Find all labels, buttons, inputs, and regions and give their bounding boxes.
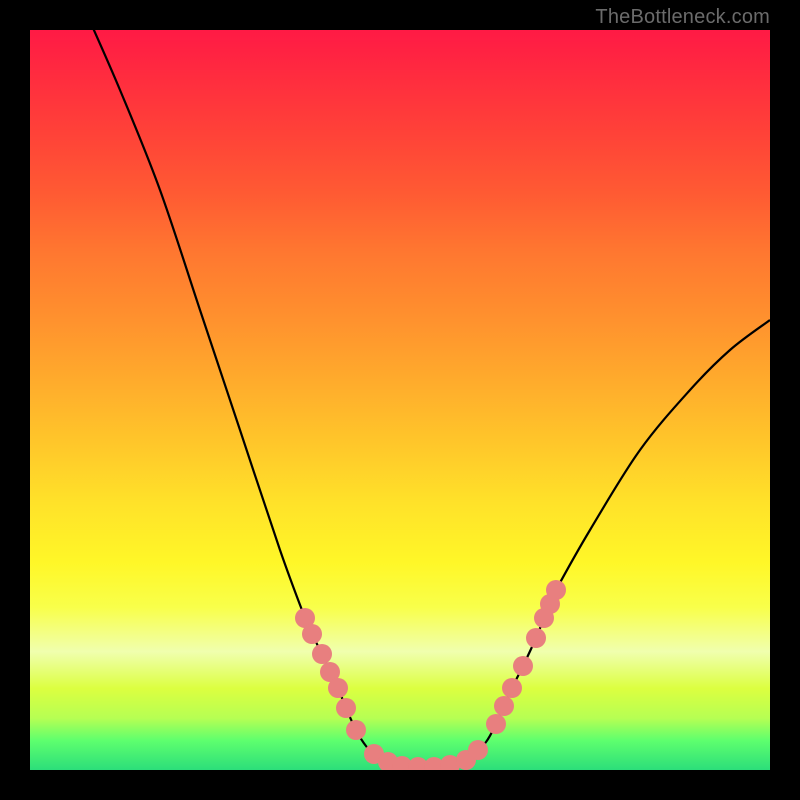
watermark-label: TheBottleneck.com [595,6,770,29]
markers-group [295,580,566,770]
curve-marker [346,720,366,740]
curve-marker [312,644,332,664]
curve-marker [526,628,546,648]
chart-frame: TheBottleneck.com [0,0,800,800]
curve-marker [468,740,488,760]
curve-marker [546,580,566,600]
curve-marker [302,624,322,644]
curve-svg [30,30,770,770]
curve-marker [336,698,356,718]
bottleneck-curve [85,30,770,767]
plot-area [30,30,770,770]
curve-marker [328,678,348,698]
curve-marker [494,696,514,716]
curve-marker [502,678,522,698]
curve-marker [486,714,506,734]
curve-marker [513,656,533,676]
